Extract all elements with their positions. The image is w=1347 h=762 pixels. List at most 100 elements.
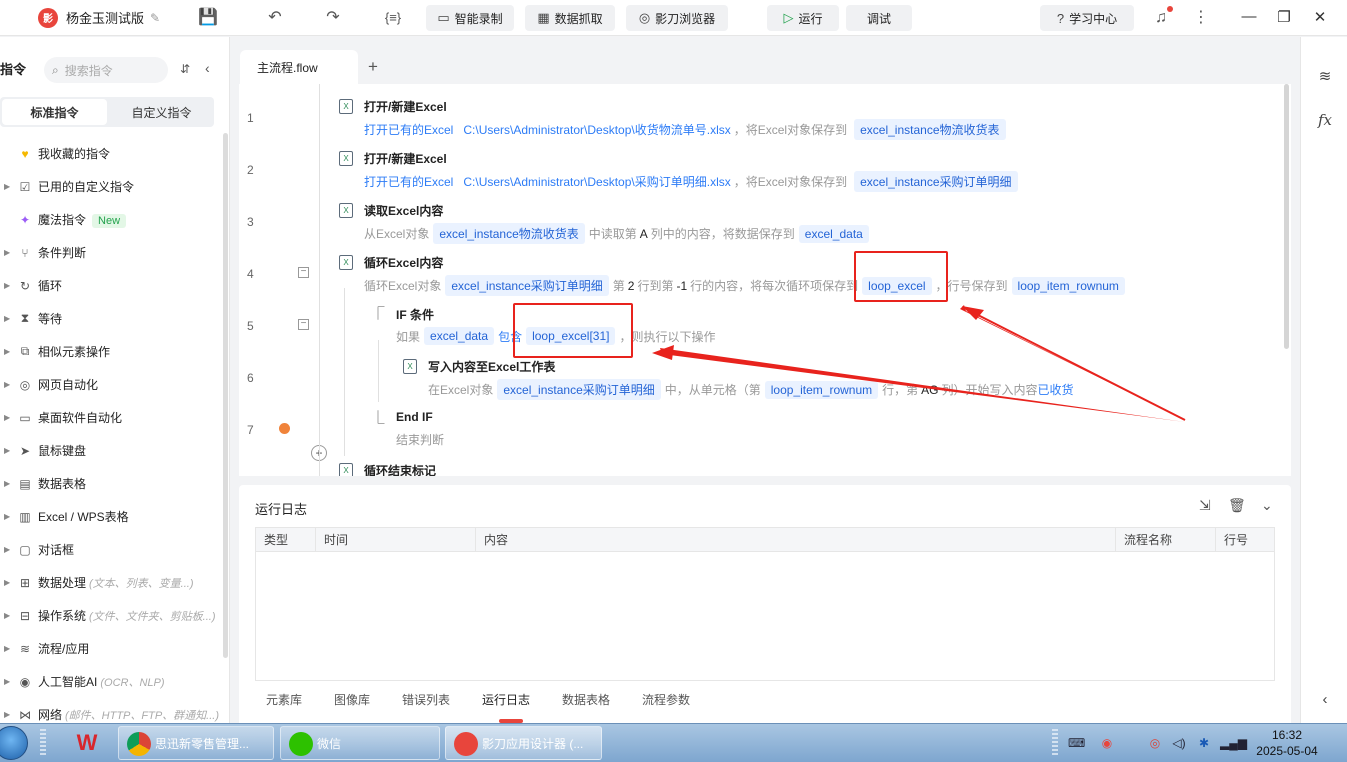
- expand-arrow-icon[interactable]: ▶: [4, 347, 10, 356]
- sparkle-icon: ✦: [19, 212, 31, 227]
- data-capture-button[interactable]: ▦ 数据抓取: [525, 5, 615, 31]
- tab-standard-commands[interactable]: 标准指令: [2, 99, 107, 125]
- variable-tag[interactable]: excel_instance物流收货表: [854, 119, 1006, 140]
- learning-center-button[interactable]: ? 学习中心: [1040, 5, 1134, 31]
- command-mouse-keyboard[interactable]: ▶ ➤ 鼠标键盘: [0, 434, 220, 467]
- fold-toggle-icon[interactable]: −: [298, 319, 309, 330]
- expand-arrow-icon[interactable]: ▶: [4, 578, 10, 587]
- command-desktop-automation[interactable]: ▶ ▭ 桌面软件自动化: [0, 401, 220, 434]
- restore-icon[interactable]: ❐: [1274, 8, 1294, 26]
- variable-tag[interactable]: excel_data: [424, 327, 495, 345]
- expand-arrow-icon[interactable]: ▶: [4, 479, 10, 488]
- variable-tag[interactable]: excel_instance采购订单明细: [854, 171, 1018, 192]
- variable-tag[interactable]: excel_instance采购订单明细: [445, 275, 609, 296]
- command-used-custom[interactable]: ▶ ☑ 已用的自定义指令: [0, 170, 220, 203]
- expand-arrow-icon[interactable]: ▶: [4, 446, 10, 455]
- variable-tag[interactable]: loop_item_rownum: [1011, 276, 1125, 295]
- variable-tag[interactable]: excel_data: [798, 224, 869, 243]
- variable-tag[interactable]: loop_item_rownum: [764, 380, 879, 399]
- undo-icon[interactable]: ↶: [265, 8, 285, 28]
- volume-icon[interactable]: ◁): [1171, 736, 1187, 750]
- command-ai[interactable]: ▶ ◉ 人工智能AI (OCR、NLP): [0, 665, 220, 698]
- command-magic[interactable]: ✦ 魔法指令 New: [0, 203, 220, 236]
- command-os[interactable]: ▶ ⊟ 操作系统 (文件、文件夹、剪贴板...): [0, 599, 220, 632]
- expand-arrow-icon[interactable]: ▶: [4, 182, 10, 191]
- command-data-table[interactable]: ▶ ▤ 数据表格: [0, 467, 220, 500]
- yingdao-tray-icon[interactable]: ◉: [1099, 736, 1115, 750]
- smart-record-button[interactable]: ▭ 智能录制: [426, 5, 514, 31]
- tab-image-library[interactable]: 图像库: [334, 691, 370, 708]
- tab-element-library[interactable]: 元素库: [266, 691, 302, 708]
- expand-arrow-icon[interactable]: ▶: [4, 644, 10, 653]
- command-web-automation[interactable]: ▶ ◎ 网页自动化: [0, 368, 220, 401]
- command-wait[interactable]: ▶ ⧗ 等待: [0, 302, 220, 335]
- command-data-processing[interactable]: ▶ ⊞ 数据处理 (文本、列表、变量...): [0, 566, 220, 599]
- taskbar-app-yingdao[interactable]: 影刀应用设计器 (...: [445, 726, 602, 760]
- collapse-left-icon[interactable]: ‹: [205, 60, 210, 76]
- code-view-icon[interactable]: {≡}: [380, 8, 406, 28]
- chevron-down-icon[interactable]: ⌄: [1261, 497, 1273, 514]
- taskbar-app-pos[interactable]: 思迅新零售管理...: [118, 726, 274, 760]
- system-clock[interactable]: 16:32 2025-05-04: [1254, 727, 1320, 759]
- editor-scrollbar[interactable]: [1284, 84, 1289, 349]
- chrome-tray-icon[interactable]: ◎: [1147, 736, 1163, 750]
- command-excel-wps[interactable]: ▶ ▥ Excel / WPS表格: [0, 500, 220, 533]
- command-similar-elements[interactable]: ▶ ⧉ 相似元素操作: [0, 335, 220, 368]
- close-icon[interactable]: ✕: [1310, 8, 1330, 26]
- expand-arrow-icon[interactable]: ▶: [4, 314, 10, 323]
- search-input[interactable]: ⌕ 搜索指令: [44, 57, 168, 83]
- command-favorites[interactable]: ♥ 我收藏的指令: [0, 137, 220, 170]
- expand-arrow-icon[interactable]: ▶: [4, 413, 10, 422]
- expand-arrow-icon[interactable]: ▶: [4, 512, 10, 521]
- left-scrollbar[interactable]: [223, 133, 228, 658]
- browser-button[interactable]: ◎ 影刀浏览器: [626, 5, 728, 31]
- indent-guide: [319, 84, 320, 476]
- calendar-check-icon: ☑: [19, 179, 31, 194]
- command-network[interactable]: ▶ ⋈ 网络 (邮件、HTTP、FTP、群通知...): [0, 698, 220, 723]
- export-icon[interactable]: ⇲: [1199, 497, 1211, 514]
- keyboard-icon[interactable]: ⌨: [1068, 736, 1085, 750]
- edit-name-icon[interactable]: ✎: [150, 11, 160, 25]
- tab-flow-params[interactable]: 流程参数: [642, 691, 690, 708]
- function-icon[interactable]: fx: [1315, 111, 1335, 129]
- command-condition[interactable]: ▶ ⑂ 条件判断: [0, 236, 220, 269]
- excel-write-icon: X: [403, 359, 417, 374]
- expand-arrow-icon[interactable]: ▶: [4, 545, 10, 554]
- add-tab-icon[interactable]: +: [368, 57, 378, 77]
- variable-tag[interactable]: excel_instance采购订单明细: [497, 379, 661, 400]
- variable-tag[interactable]: excel_instance物流收货表: [433, 223, 585, 244]
- minimize-icon[interactable]: —: [1239, 8, 1259, 25]
- command-loop[interactable]: ▶ ↻ 循环: [0, 269, 220, 302]
- fold-toggle-icon[interactable]: −: [298, 267, 309, 278]
- tab-run-log[interactable]: 运行日志: [482, 691, 530, 708]
- debug-button[interactable]: 调试: [846, 5, 912, 31]
- network-signal-icon[interactable]: ▂▄▆: [1220, 736, 1247, 750]
- redo-icon[interactable]: ↷: [323, 8, 343, 28]
- sort-icon[interactable]: ⇵: [180, 62, 190, 76]
- expand-arrow-icon[interactable]: ▶: [4, 281, 10, 290]
- tab-data-table[interactable]: 数据表格: [562, 691, 610, 708]
- trash-icon[interactable]: 🗑: [1228, 497, 1246, 514]
- breakpoint-dot[interactable]: [279, 423, 290, 434]
- command-dialog[interactable]: ▶ ▢ 对话框: [0, 533, 220, 566]
- tab-main-flow[interactable]: 主流程.flow: [240, 50, 358, 84]
- more-icon[interactable]: ⋮: [1191, 8, 1211, 28]
- wps-icon[interactable]: W: [72, 730, 102, 756]
- bluetooth-icon[interactable]: ✱: [1196, 736, 1212, 750]
- expand-arrow-icon[interactable]: ▶: [4, 710, 10, 719]
- expand-arrow-icon[interactable]: ▶: [4, 248, 10, 257]
- expand-right-icon[interactable]: ‹: [1315, 691, 1335, 708]
- run-button[interactable]: ▷ 运行: [767, 5, 839, 31]
- taskbar-app-wechat[interactable]: 微信: [280, 726, 440, 760]
- excel-icon: X: [339, 99, 353, 114]
- expand-arrow-icon[interactable]: ▶: [4, 380, 10, 389]
- tab-custom-commands[interactable]: 自定义指令: [109, 97, 214, 127]
- expand-arrow-icon[interactable]: ▶: [4, 677, 10, 686]
- tab-error-list[interactable]: 错误列表: [402, 691, 450, 708]
- save-icon[interactable]: 💾: [198, 8, 218, 28]
- layers-icon[interactable]: ≋: [1315, 67, 1335, 85]
- indent-guide: [378, 340, 379, 402]
- start-button-icon[interactable]: [0, 726, 28, 760]
- expand-arrow-icon[interactable]: ▶: [4, 611, 10, 620]
- command-flow-app[interactable]: ▶ ≋ 流程/应用: [0, 632, 220, 665]
